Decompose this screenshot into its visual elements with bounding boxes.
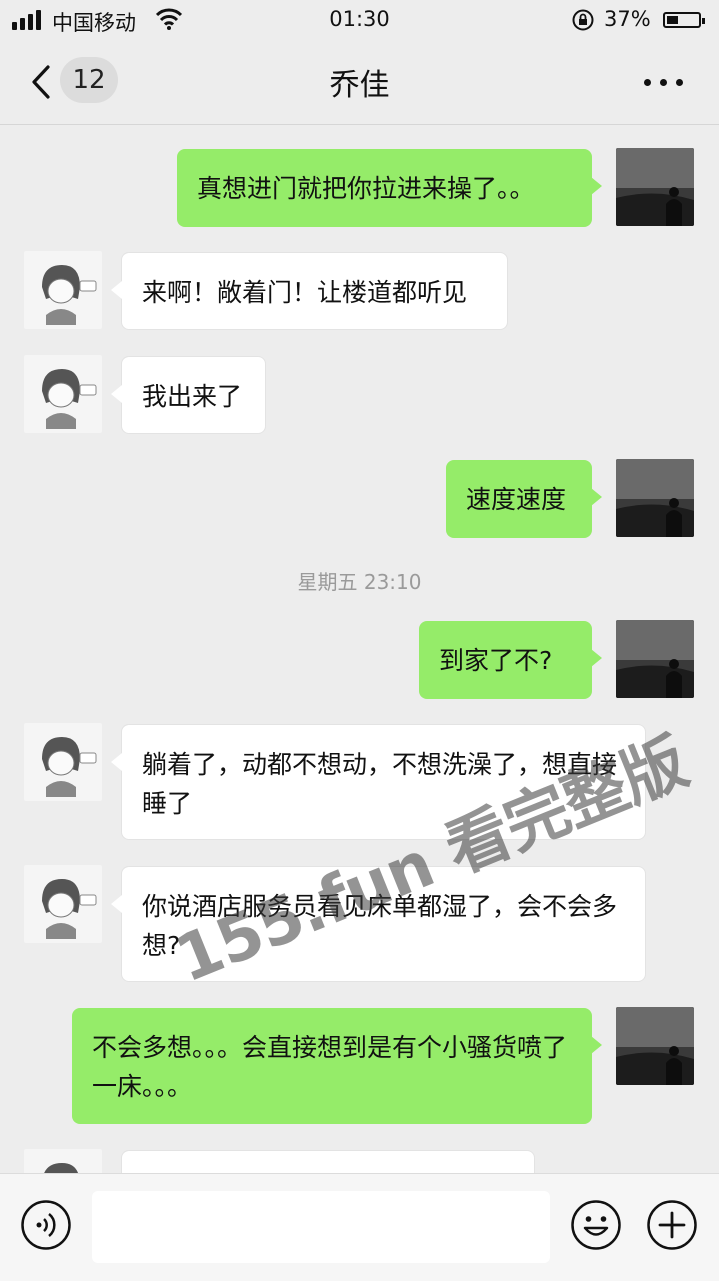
message-list[interactable]: 真想进门就把你拉进来操了。。 来啊！敞着门！让楼道都听见 我出来了 速度速度 星… [0,125,719,1173]
outgoing-message[interactable]: 速度速度 [446,460,602,538]
contact-avatar[interactable] [24,355,102,433]
incoming-message-partial[interactable] [121,1150,535,1173]
plus-circle-icon[interactable] [646,1199,698,1251]
battery-icon [663,12,705,28]
my-avatar[interactable] [616,459,694,537]
outgoing-message[interactable]: 不会多想。。。会直接想到是有个小骚货喷了一床。。。 [72,1008,602,1124]
contact-avatar[interactable] [24,865,102,943]
incoming-message[interactable]: 我出来了 [111,356,266,434]
my-avatar[interactable] [616,1007,694,1085]
outgoing-message[interactable]: 到家了不? [419,621,602,699]
my-avatar[interactable] [616,620,694,698]
message-timestamp: 星期五 23:10 [297,570,422,594]
voice-icon[interactable] [20,1199,72,1251]
outgoing-message[interactable]: 真想进门就把你拉进来操了。。 [177,149,602,227]
incoming-message[interactable]: 来啊！敞着门！让楼道都听见 [111,252,508,330]
incoming-message[interactable]: 躺着了，动都不想动，不想洗澡了，想直接睡了 [111,724,646,840]
input-bar [0,1173,719,1281]
incoming-message[interactable]: 你说酒店服务员看见床单都湿了，会不会多想? [111,866,646,982]
more-dots-icon[interactable] [644,76,684,88]
emoji-icon[interactable] [570,1199,622,1251]
contact-avatar[interactable] [24,723,102,801]
battery-percent: 37% [604,7,651,31]
chat-title: 乔佳 [329,68,390,103]
my-avatar[interactable] [616,148,694,226]
message-input[interactable] [92,1191,550,1263]
chat-header: 12 乔佳 [0,40,719,125]
status-bar: 中国移动 01:30 37% [0,0,719,40]
contact-avatar[interactable] [24,251,102,329]
rotation-lock-icon [571,8,595,37]
contact-avatar[interactable] [24,1149,102,1173]
